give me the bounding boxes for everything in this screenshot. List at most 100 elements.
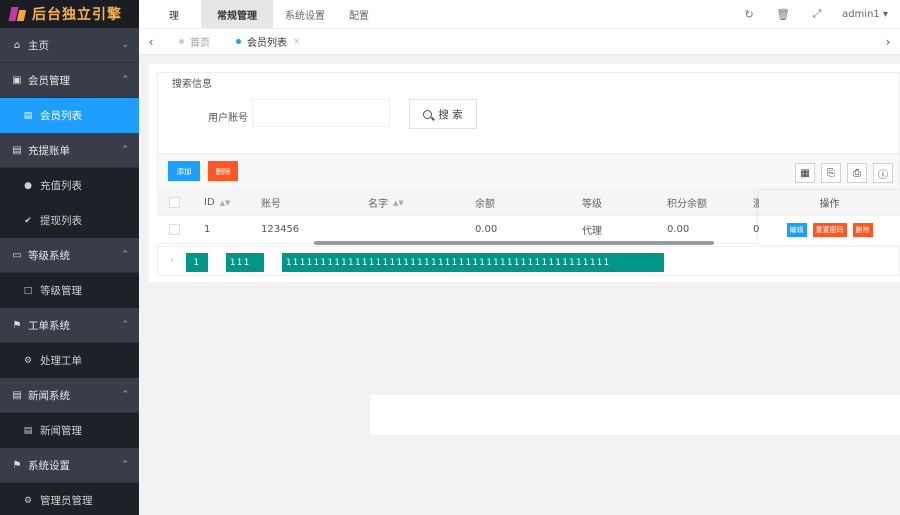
logo[interactable]: 后台独立引擎: [0, 0, 139, 28]
prev-page-icon[interactable]: ‹: [170, 255, 174, 266]
gear-icon: ⚙: [23, 355, 33, 366]
chevron-up-icon: ⌃: [121, 390, 129, 400]
sidebar-group-settings[interactable]: ⚑ 系统设置 ⌃: [0, 448, 139, 483]
edit-button[interactable]: 编辑: [786, 223, 807, 237]
sidebar-group-home[interactable]: ⌂ 主页 ⌄: [0, 28, 139, 63]
select-all-checkbox[interactable]: [169, 197, 180, 208]
cell-id: 1: [204, 224, 211, 235]
sidebar-item-recharge-list[interactable]: ● 充值列表: [0, 168, 139, 203]
sidebar-item-admin-management[interactable]: ⚙ 管理员管理: [0, 483, 139, 515]
list-card-icon: ▤: [23, 110, 33, 121]
chevron-up-icon: ⌃: [121, 145, 129, 155]
tab-dot-icon: [236, 39, 241, 44]
flag-icon: ⚑: [12, 319, 22, 331]
chevron-up-icon: ⌃: [121, 460, 129, 470]
chevron-up-icon: ⌃: [121, 320, 129, 330]
trash-icon[interactable]: 🗑: [766, 8, 800, 21]
cell-points: 0.00: [667, 224, 690, 235]
sidebar-item-level-management[interactable]: □ 等级管理: [0, 273, 139, 308]
sidebar-group-news[interactable]: ▤ 新闻系统 ⌃: [0, 378, 139, 413]
check-circle-icon: ✔: [24, 215, 32, 226]
sort-icon[interactable]: ▲▼: [220, 199, 231, 207]
page-links-short[interactable]: 111: [226, 253, 264, 272]
sidebar-item-handle-tickets[interactable]: ⚙ 处理工单: [0, 343, 139, 378]
page-tabs: ‹ 首页 会员列表 × ›: [139, 28, 900, 55]
search-icon: [423, 109, 433, 119]
top-header: 理 常规管理 系统设置 配置 ↻ 🗑 ⤢ admin1 ▾: [139, 0, 900, 28]
caret-down-icon: ▾: [882, 8, 888, 20]
user-menu[interactable]: admin1 ▾: [834, 9, 900, 20]
tab-member-list[interactable]: 会员列表 ×: [220, 34, 311, 49]
page-links-long[interactable]: 1111111111111111111111111111111111111111…: [282, 253, 664, 272]
table-toolbar: 添加 删除 ▦ ⎘ ⎙ ⓘ: [157, 154, 900, 190]
chevron-up-icon: ⌃: [121, 250, 129, 260]
tab-home[interactable]: 首页: [163, 34, 220, 49]
flag-icon: ⚑: [12, 459, 22, 471]
column-header-level: 等级: [582, 199, 602, 210]
add-button[interactable]: 添加: [168, 161, 200, 181]
tabs-scroll-left-icon[interactable]: ‹: [139, 35, 163, 49]
blank-area: [370, 395, 900, 435]
tabs-scroll-right-icon[interactable]: ›: [876, 35, 900, 49]
operations-column: 操作 编辑 重置密码 删除: [759, 190, 900, 244]
close-icon[interactable]: ×: [293, 37, 301, 47]
table-row[interactable]: 1 123456 0.00 代理 0.00 0.: [157, 216, 767, 244]
column-header-name[interactable]: 名字 ▲▼: [368, 190, 404, 215]
search-label: 用户账号: [208, 113, 248, 124]
logo-text: 后台独立引擎: [32, 7, 122, 23]
columns-icon[interactable]: ▦: [795, 163, 815, 183]
sidebar-group-levels[interactable]: ▭ 等级系统 ⌃: [0, 238, 139, 273]
coins-icon: ●: [24, 180, 32, 191]
search-card: 搜索信息 用户账号 搜 索: [157, 72, 900, 154]
sidebar: 后台独立引擎 ⌂ 主页 ⌄ ▣ 会员管理 ⌃ ▤ 会员列表 ▤ 充提账单 ⌃ ●…: [0, 0, 139, 515]
chevron-up-icon: ⌃: [121, 75, 129, 85]
credit-card-icon: ▤: [12, 144, 22, 156]
column-header-points: 积分余额: [667, 199, 707, 210]
search-title: 搜索信息: [172, 79, 212, 90]
newspaper-icon: ▤: [23, 425, 33, 436]
page-current[interactable]: 1: [186, 253, 208, 272]
info-icon[interactable]: ⓘ: [873, 163, 893, 183]
sidebar-item-member-list[interactable]: ▤ 会员列表: [0, 98, 139, 133]
header-menu-system-settings[interactable]: 系统设置: [273, 0, 337, 28]
chevron-down-icon: ⌄: [121, 40, 129, 50]
logo-icon: [8, 5, 28, 23]
refresh-icon[interactable]: ↻: [732, 8, 766, 21]
sidebar-group-members[interactable]: ▣ 会员管理 ⌃: [0, 63, 139, 98]
row-checkbox[interactable]: [169, 224, 180, 235]
export-icon[interactable]: ⎘: [821, 163, 841, 183]
reset-password-button[interactable]: 重置密码: [812, 223, 847, 237]
fullscreen-icon[interactable]: ⤢: [800, 7, 834, 21]
sidebar-item-news-management[interactable]: ▤ 新闻管理: [0, 413, 139, 448]
cell-level: 代理: [582, 226, 602, 237]
user-card-icon: ▣: [12, 74, 22, 86]
tab-dot-icon: [179, 39, 184, 44]
sidebar-item-withdraw-list[interactable]: ✔ 提现列表: [0, 203, 139, 238]
cell-account: 123456: [261, 224, 300, 235]
row-delete-button[interactable]: 删除: [852, 223, 873, 237]
header-menu-item[interactable]: 理: [139, 0, 201, 28]
search-button[interactable]: 搜 索: [409, 99, 477, 129]
horizontal-scrollbar[interactable]: [314, 241, 714, 245]
cell-balance: 0.00: [475, 224, 498, 235]
gear-icon: ⚙: [23, 495, 33, 506]
monitor-icon: ▭: [12, 249, 22, 261]
sidebar-group-tickets[interactable]: ⚑ 工单系统 ⌃: [0, 308, 139, 343]
pagination: ‹ 1 111 11111111111111111111111111111111…: [157, 246, 900, 276]
delete-button[interactable]: 删除: [208, 161, 238, 181]
account-search-input[interactable]: [252, 99, 390, 127]
square-icon: □: [23, 285, 33, 296]
column-header-balance: 余额: [475, 199, 495, 210]
header-menu-config[interactable]: 配置: [337, 0, 381, 28]
header-menu-regular[interactable]: 常规管理: [201, 0, 273, 28]
sort-icon[interactable]: ▲▼: [393, 199, 404, 207]
home-icon: ⌂: [13, 39, 21, 51]
table-header: ID ▲▼ 账号 名字 ▲▼ 余额 等级 积分余额 激: [157, 190, 767, 216]
column-header-account: 账号: [261, 199, 281, 210]
sidebar-group-billing[interactable]: ▤ 充提账单 ⌃: [0, 133, 139, 168]
print-icon[interactable]: ⎙: [847, 163, 867, 183]
news-icon: ▤: [12, 389, 22, 401]
main-panel: 搜索信息 用户账号 搜 索 添加 删除 ▦ ⎘ ⎙ ⓘ ID ▲▼ 账号 名字 ▲▼…: [149, 64, 900, 282]
column-header-operations: 操作: [759, 190, 900, 216]
column-header-id[interactable]: ID ▲▼: [204, 190, 230, 215]
